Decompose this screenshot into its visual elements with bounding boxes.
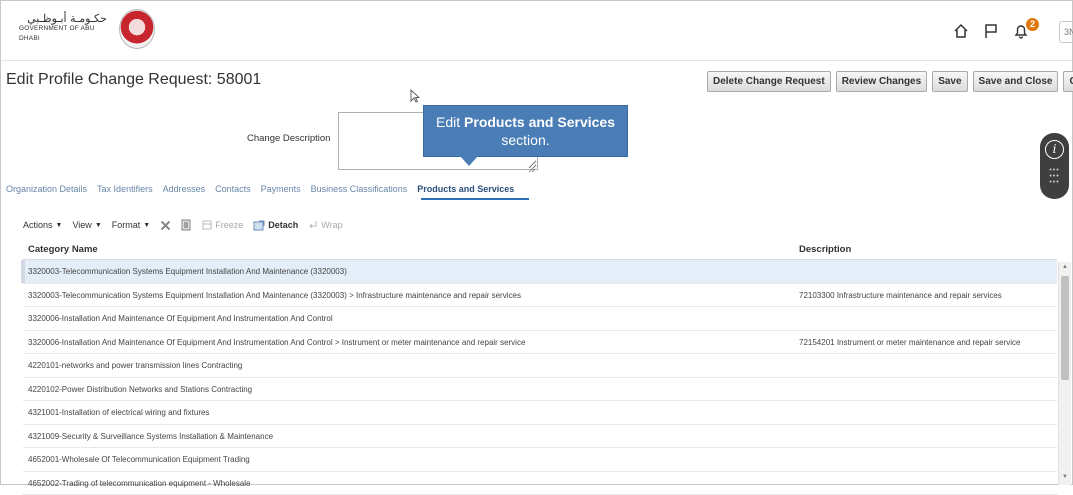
save-and-close-button[interactable]: Save and Close — [973, 71, 1059, 92]
format-menu-label: Format — [112, 220, 141, 230]
keypad-icon[interactable]: ••••••••• — [1048, 168, 1061, 186]
scroll-down-icon[interactable]: ▼ — [1062, 474, 1068, 480]
table-row[interactable]: 4652002-Trading of telecommunication equ… — [23, 472, 1057, 495]
detach-button[interactable]: Detach — [253, 220, 298, 231]
save-button[interactable]: Save — [932, 71, 967, 92]
tooltip-arrow — [460, 156, 478, 166]
wrap-label: Wrap — [321, 220, 342, 230]
tab-business-classifications[interactable]: Business Classifications — [311, 184, 408, 194]
government-logo[interactable]: حكـومـة أبـوظـبي GOVERNMENT OF ABU DHABI — [19, 7, 159, 51]
tab-payments[interactable]: Payments — [261, 184, 301, 194]
tooltip-prefix: Edit — [436, 114, 464, 130]
freeze-icon — [202, 220, 212, 230]
cancel-button[interactable]: Cancel — [1063, 71, 1073, 92]
active-tab-indicator — [421, 198, 529, 200]
review-changes-button[interactable]: Review Changes — [836, 71, 927, 92]
view-menu[interactable]: View ▼ — [72, 220, 101, 230]
scroll-up-icon[interactable]: ▲ — [1062, 264, 1068, 270]
format-menu[interactable]: Format▼ — [112, 220, 150, 230]
category-cell: 3320003-Telecommunication Systems Equipm… — [28, 291, 521, 300]
tab-tax-identifiers[interactable]: Tax Identifiers — [97, 184, 153, 194]
tab-products-and-services[interactable]: Products and Services — [417, 184, 514, 194]
tooltip-suffix: section. — [501, 132, 549, 148]
notification-badge: 2 — [1026, 18, 1039, 31]
tab-organization-details[interactable]: Organization Details — [6, 184, 87, 194]
format-dropdown-icon: ▼ — [143, 222, 150, 229]
column-header-category-name[interactable]: Category Name — [28, 244, 98, 255]
cursor-icon — [410, 89, 420, 108]
info-icon[interactable]: i — [1045, 140, 1064, 159]
detach-label: Detach — [268, 220, 298, 230]
table-row[interactable]: 4321009-Security & Surveillance Systems … — [23, 425, 1057, 449]
delete-change-request-button[interactable]: Delete Change Request — [707, 71, 831, 92]
emblem-icon — [119, 9, 155, 49]
category-cell: 4220101-networks and power transmission … — [28, 361, 242, 370]
flag-icon[interactable] — [983, 23, 999, 44]
table-row[interactable]: 3320003-Telecommunication Systems Equipm… — [23, 284, 1057, 308]
actions-menu[interactable]: Actions▼ — [23, 220, 62, 230]
category-cell: 4652002-Trading of telecommunication equ… — [28, 479, 251, 488]
view-dropdown-icon: ▼ — [95, 222, 102, 229]
tab-contacts[interactable]: Contacts — [215, 184, 251, 194]
resize-grip-icon[interactable] — [528, 160, 536, 178]
logo-arabic-text: حكـومـة أبـوظـبي — [19, 14, 115, 24]
query-icon[interactable] — [181, 219, 192, 231]
page-title: Edit Profile Change Request: 58001 — [6, 71, 261, 89]
category-cell: 3320006-Installation And Maintenance Of … — [28, 338, 525, 347]
table-row[interactable]: 4652001-Wholesale Of Telecommunication E… — [23, 448, 1057, 472]
table-scrollbar[interactable]: ▲ ▼ — [1058, 262, 1071, 485]
table-row[interactable]: 4220101-networks and power transmission … — [23, 354, 1057, 378]
table-row[interactable]: 3320006-Installation And Maintenance Of … — [23, 331, 1057, 355]
category-cell: 4220102-Power Distribution Networks and … — [28, 385, 252, 394]
tooltip-bold-text: Products and Services — [464, 114, 615, 130]
category-cell: 4321009-Security & Surveillance Systems … — [28, 432, 273, 441]
delete-icon[interactable] — [160, 220, 171, 231]
freeze-label: Freeze — [215, 220, 243, 230]
row-selection-marker — [21, 260, 25, 283]
home-icon[interactable] — [953, 23, 969, 44]
actions-menu-label: Actions — [23, 220, 53, 230]
view-menu-label: View — [72, 220, 91, 230]
tab-addresses[interactable]: Addresses — [163, 184, 206, 194]
guide-tooltip: Edit Products and Services section. — [423, 105, 628, 157]
table-header: Category Name Description — [23, 240, 1057, 260]
logo-text: حكـومـة أبـوظـبي GOVERNMENT OF ABU DHABI — [19, 14, 115, 44]
description-cell: 72154201 Instrument or meter maintenance… — [799, 338, 1020, 347]
column-header-description[interactable]: Description — [799, 244, 851, 255]
category-cell: 3320003-Telecommunication Systems Equipm… — [28, 267, 347, 276]
user-menu[interactable]: 3N — [1059, 21, 1073, 43]
logo-english-text: GOVERNMENT OF ABU DHABI — [19, 24, 115, 44]
category-cell: 3320006-Installation And Maintenance Of … — [28, 314, 333, 323]
description-cell: 72103300 Infrastructure maintenance and … — [799, 291, 1002, 300]
detach-icon — [253, 220, 265, 231]
category-cell: 4321001-Installation of electrical wirin… — [28, 408, 209, 417]
wrap-icon — [308, 220, 318, 230]
freeze-button[interactable]: Freeze — [202, 220, 243, 230]
action-buttons: Delete Change Request Review Changes Sav… — [707, 71, 1073, 92]
products-services-table: Category Name Description 3320003-Teleco… — [23, 240, 1057, 495]
section-tabs: Organization Details Tax Identifiers Add… — [6, 184, 514, 194]
table-row[interactable]: 4220102-Power Distribution Networks and … — [23, 378, 1057, 402]
scroll-thumb[interactable] — [1061, 276, 1069, 380]
table-row[interactable]: 4321001-Installation of electrical wirin… — [23, 401, 1057, 425]
actions-dropdown-icon: ▼ — [56, 222, 63, 229]
table-row[interactable]: 3320006-Installation And Maintenance Of … — [23, 307, 1057, 331]
top-header: حكـومـة أبـوظـبي GOVERNMENT OF ABU DHABI… — [1, 1, 1072, 61]
category-cell: 4652001-Wholesale Of Telecommunication E… — [28, 455, 250, 464]
change-description-label: Change Description — [247, 133, 330, 144]
table-row[interactable]: 3320003-Telecommunication Systems Equipm… — [23, 260, 1057, 284]
table-toolbar: Actions▼ View▼ Format▼ Freeze Detach Wra… — [23, 219, 343, 231]
help-widget[interactable]: i ••••••••• — [1040, 133, 1069, 199]
wrap-button[interactable]: Wrap — [308, 220, 342, 230]
